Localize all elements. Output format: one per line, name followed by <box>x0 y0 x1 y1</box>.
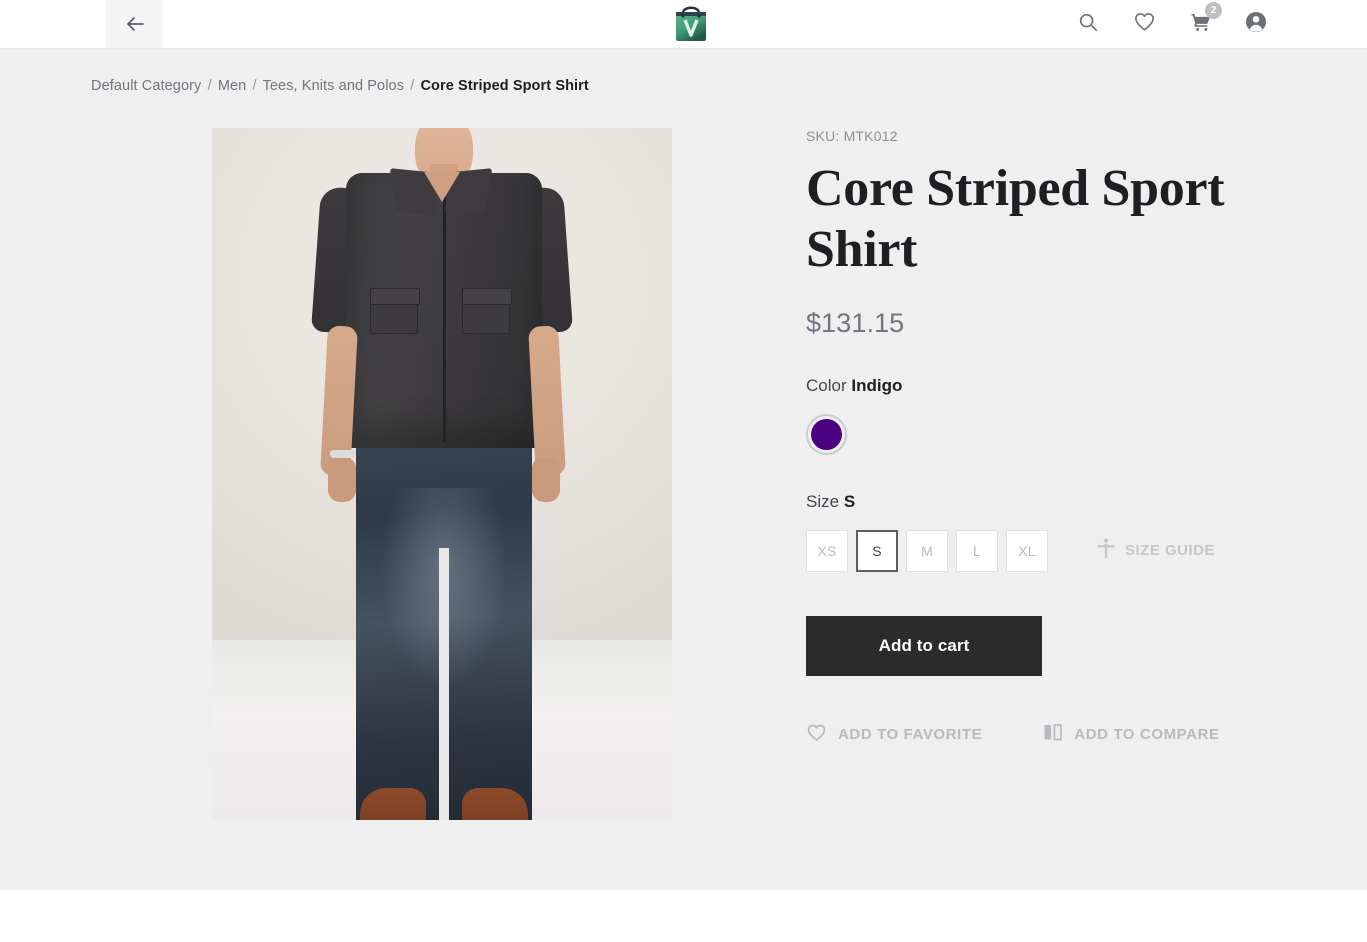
size-label-text: Size <box>806 491 840 511</box>
product-sku: SKU: MTK012 <box>806 128 898 144</box>
account-button[interactable] <box>1243 11 1269 37</box>
product-page: Default Category / Men / Tees, Knits and… <box>0 49 1367 890</box>
size-option-l[interactable]: L <box>956 529 998 572</box>
size-selected-value: S <box>843 491 856 511</box>
size-guide-link[interactable]: SIZE GUIDE <box>1096 538 1215 564</box>
breadcrumb-item-men[interactable]: Men <box>218 78 247 94</box>
size-selector: XS S M L XL SIZE GUIDE <box>806 529 1246 572</box>
cart-badge: 2 <box>1205 2 1222 19</box>
size-option-label: Size S <box>806 492 1246 512</box>
breadcrumb-separator: / <box>252 78 257 94</box>
size-guide-label: SIZE GUIDE <box>1125 542 1216 560</box>
product-actions: ADD TO FAVORITE ADD TO COMPARE <box>806 722 1246 747</box>
add-to-compare-label: ADD TO COMPARE <box>1074 725 1220 743</box>
search-icon <box>1077 11 1099 38</box>
breadcrumb-item-tees-knits-and-polos[interactable]: Tees, Knits and Polos <box>263 78 405 94</box>
breadcrumb-separator: / <box>410 78 415 94</box>
add-to-favorite-label: ADD TO FAVORITE <box>838 725 983 743</box>
color-swatch-indigo[interactable] <box>806 413 847 455</box>
wishlist-button[interactable] <box>1131 11 1157 37</box>
compare-icon <box>1043 722 1063 747</box>
page-title: Core Striped Sport Shirt <box>806 160 1225 279</box>
site-logo[interactable] <box>671 2 711 46</box>
size-option-xl[interactable]: XL <box>1006 529 1048 572</box>
color-selected-value: Indigo <box>851 375 903 395</box>
breadcrumb-separator: / <box>207 78 212 94</box>
search-button[interactable] <box>1075 11 1101 37</box>
cart-button[interactable]: 2 <box>1187 2 1222 37</box>
breadcrumb: Default Category / Men / Tees, Knits and… <box>91 78 589 94</box>
size-option-m[interactable]: M <box>906 529 948 572</box>
add-to-compare-button[interactable]: ADD TO COMPARE <box>1043 722 1219 747</box>
product-info: SKU: MTK012 Core Striped Sport Shirt $13… <box>806 128 1246 747</box>
heart-icon <box>1133 10 1156 38</box>
product-gallery[interactable] <box>212 128 672 820</box>
color-swatch-fill <box>811 418 842 450</box>
back-button[interactable] <box>106 0 163 48</box>
color-option-label: Color Indigo <box>806 376 1246 396</box>
breadcrumb-item-current: Core Striped Sport Shirt <box>420 78 589 94</box>
product-price: $131.15 <box>806 307 905 338</box>
heart-icon <box>806 722 827 747</box>
arrow-left-icon <box>123 12 147 36</box>
shopping-bag-logo <box>676 6 706 41</box>
size-option-s[interactable]: S <box>856 529 898 572</box>
breadcrumb-item-default-category[interactable]: Default Category <box>91 78 201 94</box>
page-footer-spacer <box>0 890 1367 942</box>
add-to-cart-button[interactable]: Add to cart <box>806 615 1042 676</box>
account-icon <box>1244 10 1268 39</box>
header-actions: 2 <box>1075 0 1269 48</box>
color-label-text: Color <box>806 375 847 395</box>
color-swatches <box>806 413 1246 455</box>
product-image <box>212 128 672 820</box>
site-header: 2 <box>0 0 1367 49</box>
add-to-favorite-button[interactable]: ADD TO FAVORITE <box>806 722 982 747</box>
size-option-xs[interactable]: XS <box>806 529 848 572</box>
person-icon <box>1096 538 1116 564</box>
model-figure <box>212 128 672 820</box>
